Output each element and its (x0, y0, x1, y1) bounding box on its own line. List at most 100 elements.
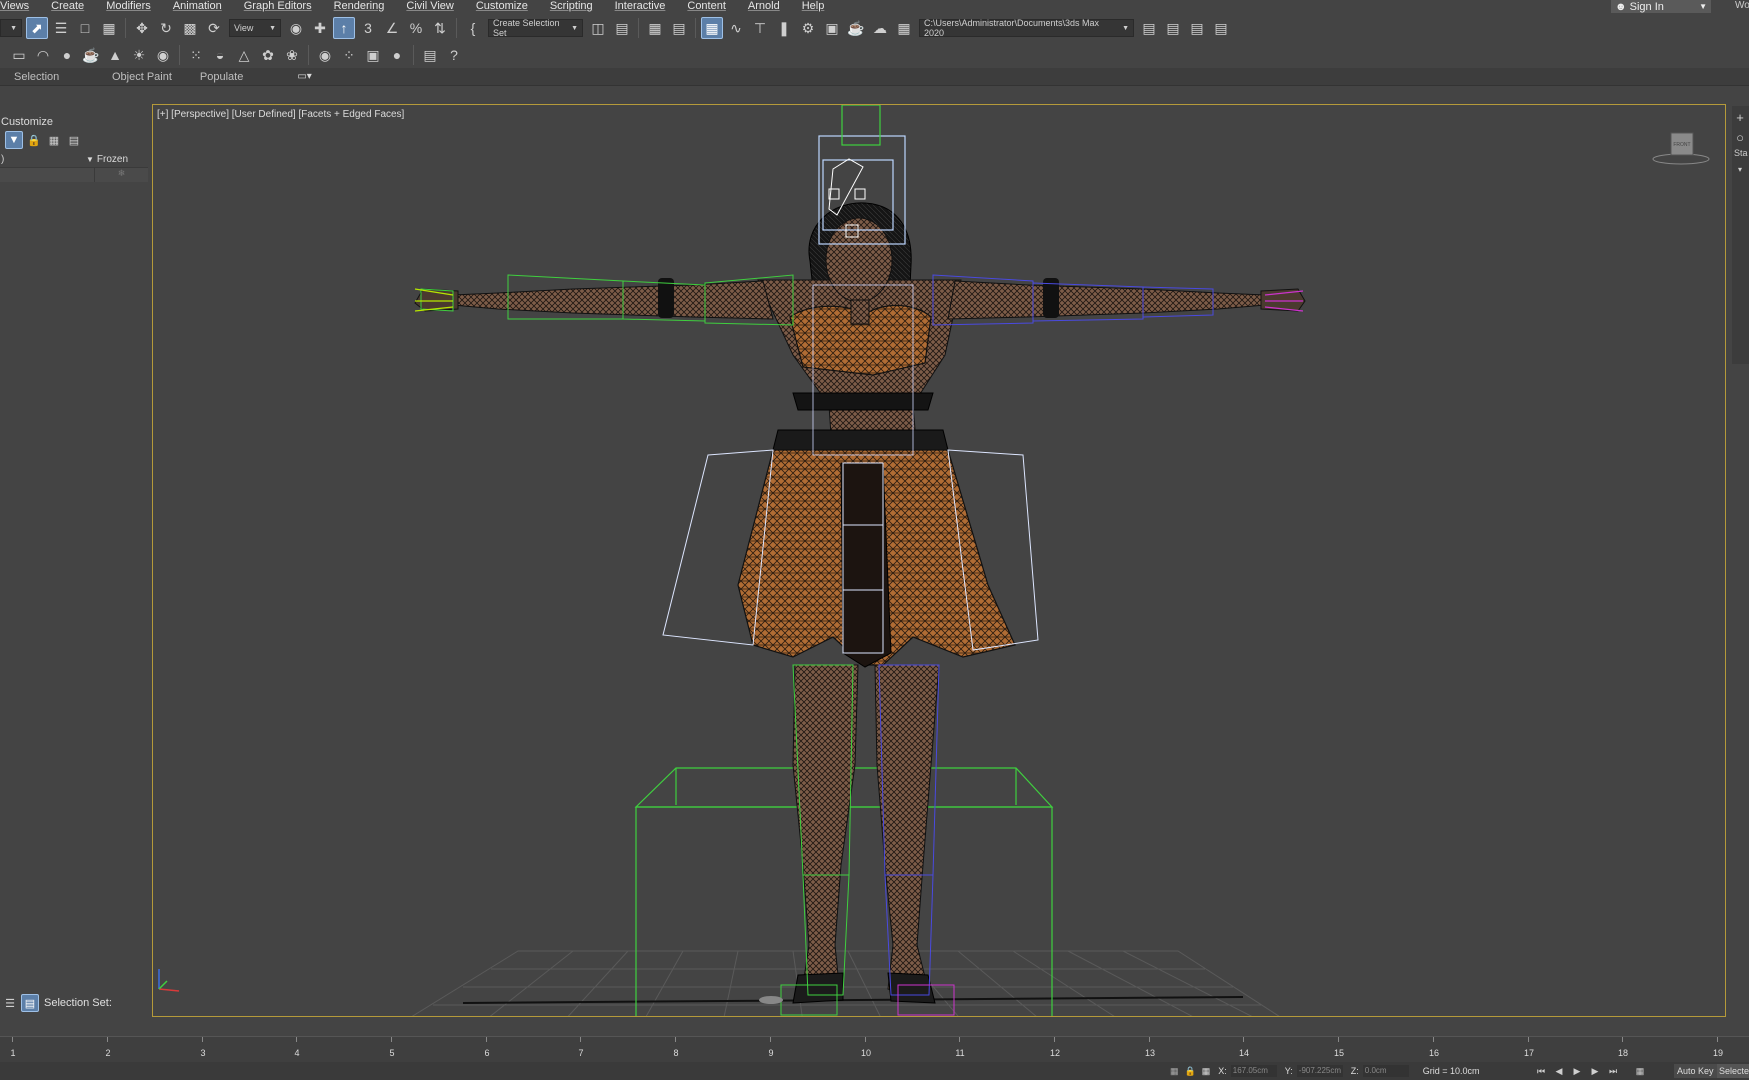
flow-icon[interactable]: ✿ (257, 44, 279, 66)
bone-tool-icon[interactable]: △ (233, 44, 255, 66)
menu-rendering[interactable]: Rendering (334, 0, 395, 13)
rendered-frame-window-icon[interactable]: ▣ (821, 17, 843, 39)
scene-explorer-toggle-icon[interactable]: ▦ (644, 17, 666, 39)
go-to-end-icon[interactable]: ⏭ (1605, 1064, 1621, 1078)
menu-help[interactable]: Help (802, 0, 835, 13)
place-icon[interactable]: ⟳ (203, 17, 225, 39)
menu-create[interactable]: Create (51, 0, 94, 13)
percent-snap-icon[interactable]: % (405, 17, 427, 39)
schematic-view-icon[interactable]: ⊤ (749, 17, 771, 39)
curve-editor-icon[interactable]: ∿ (725, 17, 747, 39)
light-sphere-icon[interactable]: ◉ (152, 44, 174, 66)
hemisphere-icon[interactable]: ◠ (32, 44, 54, 66)
menu-animation[interactable]: Animation (173, 0, 232, 13)
menu-arnold[interactable]: Arnold (748, 0, 790, 13)
viewcube[interactable]: FRONT (1651, 127, 1711, 167)
menu-scripting[interactable]: Scripting (550, 0, 603, 13)
arnold-ipr-icon[interactable]: ● (386, 44, 408, 66)
angle-snap-icon[interactable]: ∠ (381, 17, 403, 39)
collapse-rollout-icon[interactable]: ▾ (1732, 160, 1748, 178)
perspective-viewport[interactable]: [+] [Perspective] [User Defined] [Facets… (152, 104, 1726, 1017)
plane-icon[interactable]: ▭ (8, 44, 30, 66)
arnold-render-icon[interactable]: ▣ (362, 44, 384, 66)
cone-icon[interactable]: ▲ (104, 44, 126, 66)
right-foot-mesh[interactable] (887, 972, 936, 1004)
render-setup-icon[interactable]: ⚙ (797, 17, 819, 39)
absolute-mode-icon[interactable]: ▦ (1202, 1066, 1211, 1077)
sun-icon[interactable]: ☀ (128, 44, 150, 66)
menu-civil-view[interactable]: Civil View (406, 0, 463, 13)
menu-customize[interactable]: Customize (476, 0, 538, 13)
arnold-log-icon[interactable]: ▤ (419, 44, 441, 66)
plant-icon[interactable]: ❀ (281, 44, 303, 66)
y-coordinate-field[interactable]: -907.225cm (1296, 1065, 1343, 1077)
material-editor-icon[interactable]: ❚ (773, 17, 795, 39)
x-coordinate-field[interactable]: 167.05cm (1230, 1065, 1277, 1077)
mirror-icon[interactable]: ◫ (587, 17, 609, 39)
select-manipulate-icon[interactable]: ✚ (309, 17, 331, 39)
viewport-label[interactable]: [+] [Perspective] [User Defined] [Facets… (157, 109, 404, 120)
spinner-snap-icon[interactable]: ⇅ (429, 17, 451, 39)
align-icon[interactable]: ▤ (611, 17, 633, 39)
right-arm-mesh[interactable] (947, 280, 1266, 320)
ribbon-tab-populate[interactable]: Populate (186, 71, 257, 83)
window-crossing-icon[interactable]: ▦ (98, 17, 120, 39)
create-panel-icon[interactable]: + (1732, 108, 1748, 126)
toggle-ribbon-icon[interactable]: ▦ (701, 17, 723, 39)
play-icon[interactable]: ▶ (1569, 1064, 1585, 1078)
head-mesh[interactable] (825, 217, 893, 303)
pivot-center-icon[interactable]: ◉ (285, 17, 307, 39)
reference-coordinate-dropdown[interactable]: View ▼ (229, 19, 281, 37)
project-settings-icon[interactable]: ▤ (1186, 17, 1208, 39)
project-folder-icon[interactable]: ▤ (1138, 17, 1160, 39)
render-production-icon[interactable]: ☕ (845, 17, 867, 39)
frozen-toggle-icon[interactable]: ❄ (95, 168, 148, 182)
particle-icon[interactable]: ⁙ (185, 44, 207, 66)
filter-icon[interactable]: ▼ (5, 131, 23, 149)
menu-graph-editors[interactable]: Graph Editors (244, 0, 322, 13)
rect-selection-icon[interactable]: □ (74, 17, 96, 39)
sphere-icon[interactable]: ● (56, 44, 78, 66)
move-icon[interactable]: ✥ (131, 17, 153, 39)
hair-icon[interactable]: ◒ (209, 44, 231, 66)
set-project-icon[interactable]: ▤ (1162, 17, 1184, 39)
layers-icon[interactable]: ☰ (1, 994, 19, 1012)
selection-set-icon[interactable]: ▤ (21, 994, 39, 1012)
column-name-header[interactable]: ) (0, 154, 86, 165)
lock-icon[interactable]: 🔒 (25, 131, 43, 149)
selected-keyfilter-dropdown[interactable]: Selected (1717, 1064, 1749, 1078)
next-frame-icon[interactable]: ▶ (1587, 1064, 1603, 1078)
hierarchy-icon[interactable]: ▦ (45, 131, 63, 149)
render-pass-icon[interactable]: ▦ (893, 17, 915, 39)
isolate-icon[interactable]: ▦ (1170, 1066, 1179, 1077)
keyboard-shortcut-override-icon[interactable]: ↑ (333, 17, 355, 39)
scene-explorer-row[interactable]: ❄ (0, 168, 148, 182)
auto-key-button[interactable]: Auto Key (1674, 1064, 1717, 1078)
ribbon-tab-selection[interactable]: Selection (0, 71, 98, 83)
key-mode-icon[interactable]: ▦ (1632, 1064, 1648, 1078)
material-grid-icon[interactable]: ⁘ (338, 44, 360, 66)
scale-icon[interactable]: ▩ (179, 17, 201, 39)
select-by-name-icon[interactable]: ☰ (50, 17, 72, 39)
layer-explorer-icon[interactable]: ▤ (668, 17, 690, 39)
render-cloud-icon[interactable]: ☁ (869, 17, 891, 39)
menu-views[interactable]: Views (0, 0, 39, 13)
sign-in-button[interactable]: ☻ Sign In ▼ (1611, 0, 1711, 13)
menu-content[interactable]: Content (687, 0, 736, 13)
modify-panel-icon[interactable]: ○ (1732, 128, 1748, 146)
select-object-icon[interactable]: ⬈ (26, 17, 48, 39)
edit-named-selection-icon[interactable]: { (462, 17, 484, 39)
rotate-icon[interactable]: ↻ (155, 17, 177, 39)
named-selection-set-dropdown[interactable]: Create Selection Set ▼ (488, 18, 583, 38)
undo-history-dropdown[interactable]: ▼ (0, 19, 22, 37)
right-leg-mesh[interactable] (874, 664, 940, 998)
project-browse-icon[interactable]: ▤ (1210, 17, 1232, 39)
material-sphere-icon[interactable]: ◉ (314, 44, 336, 66)
go-to-start-icon[interactable]: ⏮ (1533, 1064, 1549, 1078)
ribbon-options-icon[interactable]: ▭▾ (297, 71, 311, 82)
lock-selection-icon[interactable]: 🔒 (1185, 1066, 1196, 1077)
left-leg-mesh[interactable] (792, 664, 859, 996)
z-coordinate-field[interactable]: 0.0cm (1362, 1065, 1409, 1077)
left-arm-mesh[interactable] (452, 280, 774, 320)
workspace-label[interactable]: Wor (1735, 0, 1749, 11)
